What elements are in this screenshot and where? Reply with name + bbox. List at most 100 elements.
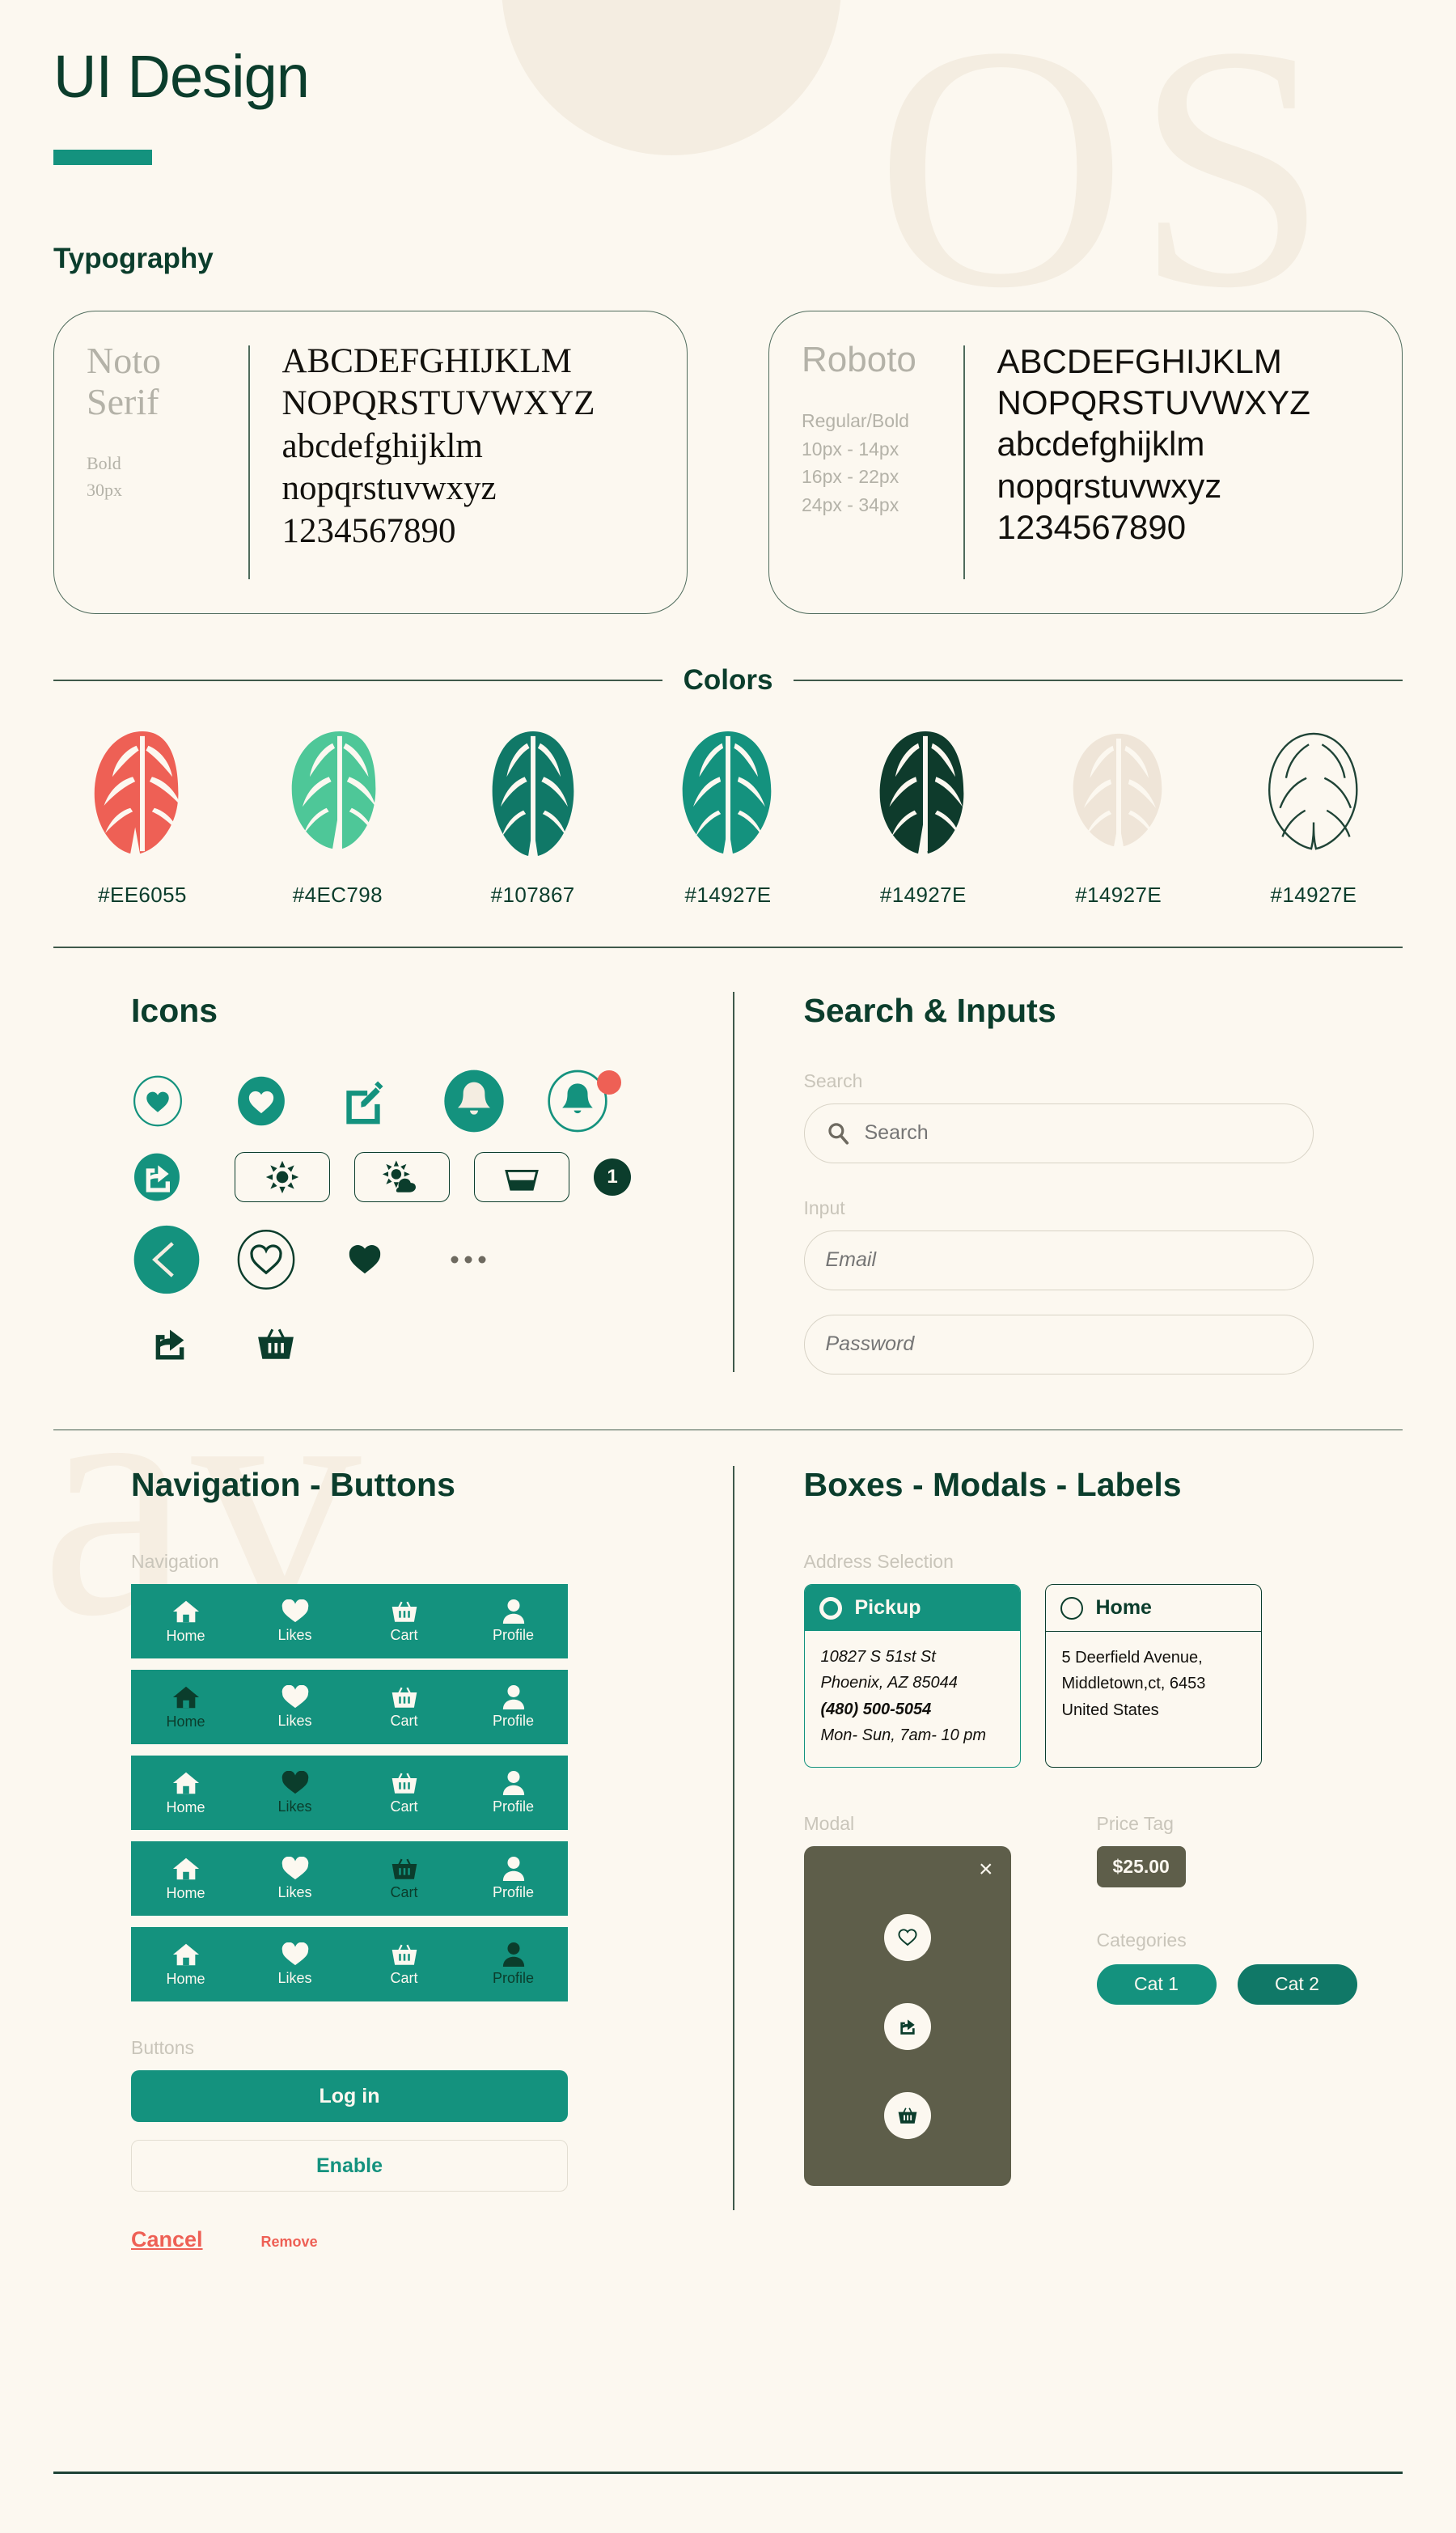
color-hex-label: #14927E: [879, 883, 967, 907]
nav-item-label: Home: [166, 1970, 205, 1987]
share-icon[interactable]: [131, 1323, 235, 1365]
nav-item-profile[interactable]: Profile: [459, 1584, 568, 1658]
category-chip-2[interactable]: Cat 2: [1237, 1963, 1357, 2005]
nav-item-profile[interactable]: Profile: [459, 1756, 568, 1830]
navbar: Home Likes Cart Profile: [131, 1841, 568, 1916]
address-card-header[interactable]: Home: [1045, 1585, 1261, 1632]
cancel-link[interactable]: Cancel: [131, 2227, 203, 2252]
nav-item-label: Home: [166, 1627, 205, 1644]
cloud-sun-box-icon[interactable]: [354, 1151, 474, 1202]
nav-item-home[interactable]: Home: [131, 1584, 240, 1658]
navbar-list: Home Likes Cart Profile Home Likes Cart Profile…: [131, 1584, 725, 2001]
typography-meta: Noto Serif Bold 30px: [87, 340, 248, 584]
category-chip-1[interactable]: Cat 1: [1096, 1963, 1217, 2005]
color-hex-label: #14927E: [684, 883, 772, 907]
address-phone: (480) 500-5054: [820, 1700, 932, 1718]
colors-band: Colors: [53, 664, 1403, 697]
basket-box-icon[interactable]: [474, 1151, 594, 1202]
close-icon[interactable]: ×: [979, 1857, 993, 1882]
nav-item-home[interactable]: Home: [131, 1927, 240, 2001]
enable-button[interactable]: Enable: [131, 2140, 568, 2192]
heart-outline-circle-icon[interactable]: [131, 1074, 235, 1128]
address-card-body: 5 Deerfield Avenue, Middletown,ct, 6453 …: [1046, 1632, 1261, 1741]
bell-filled-circle-icon[interactable]: [442, 1069, 545, 1133]
icon-row: [131, 1224, 725, 1295]
nav-item-profile[interactable]: Profile: [459, 1670, 568, 1744]
back-chevron-circle-icon[interactable]: [131, 1224, 235, 1295]
nav-item-likes[interactable]: Likes: [240, 1756, 349, 1830]
edit-square-icon[interactable]: [338, 1076, 442, 1126]
modal-price-categories: Modal × Price Tag $25.00 Categories Cat …: [803, 1812, 1403, 2186]
nav-item-likes[interactable]: Likes: [240, 1841, 349, 1916]
nav-item-label: Cart: [390, 1883, 418, 1900]
sun-box-icon[interactable]: [235, 1151, 354, 1202]
icon-grid: 1: [131, 1069, 725, 1365]
divider-right: [794, 680, 1403, 681]
address-card-header[interactable]: Pickup: [804, 1585, 1020, 1631]
color-swatch-list: #EE6055 #4EC798 #107867 #14927E #14927E: [53, 729, 1403, 908]
search-input[interactable]: [864, 1121, 1292, 1145]
nav-item-label: Cart: [390, 1626, 418, 1643]
login-button[interactable]: Log in: [131, 2070, 568, 2122]
price-tag-label: Price Tag: [1096, 1812, 1174, 1834]
address-card-home[interactable]: Home 5 Deerfield Avenue, Middletown,ct, …: [1044, 1584, 1262, 1768]
nav-item-cart[interactable]: Cart: [349, 1841, 459, 1916]
count-badge: 1: [594, 1158, 697, 1196]
icons-column: Icons 1: [53, 992, 725, 1399]
radio-selected-icon[interactable]: [819, 1596, 842, 1620]
address-line-3: United States: [1061, 1701, 1159, 1719]
typography-cards: Noto Serif Bold 30px ABCDEFGHIJKLM NOPQR…: [53, 311, 1403, 614]
navbar: Home Likes Cart Profile: [131, 1927, 568, 2001]
nav-item-home[interactable]: Home: [131, 1841, 240, 1916]
color-hex-label: #4EC798: [292, 883, 383, 907]
nav-item-cart[interactable]: Cart: [349, 1927, 459, 2001]
nav-item-label: Likes: [277, 1883, 312, 1900]
nav-item-likes[interactable]: Likes: [240, 1670, 349, 1744]
nav-item-likes[interactable]: Likes: [240, 1927, 349, 2001]
modal-heart-outline-icon[interactable]: [883, 1913, 931, 1961]
nav-item-label: Cart: [390, 1969, 418, 1986]
section-divider: [53, 1429, 1403, 1430]
leaf-icon: [70, 729, 215, 858]
radio-empty-icon[interactable]: [1060, 1596, 1083, 1620]
modal-basket-icon[interactable]: [883, 2091, 931, 2139]
ellipsis-icon[interactable]: [450, 1253, 553, 1266]
password-field[interactable]: [803, 1314, 1314, 1375]
address-card-body: 10827 S 51st St Phoenix, AZ 85044 (480) …: [805, 1631, 1020, 1767]
color-swatch: #14927E: [655, 729, 801, 908]
category-chips: Cat 1 Cat 2: [1096, 1963, 1357, 2005]
nav-item-cart[interactable]: Cart: [349, 1756, 459, 1830]
address-line-1: 5 Deerfield Avenue,: [1061, 1649, 1203, 1667]
modal-panel: ×: [803, 1845, 1011, 2186]
basket-icon[interactable]: [235, 1326, 338, 1362]
email-field[interactable]: [803, 1230, 1314, 1290]
nav-item-label: Profile: [492, 1884, 535, 1900]
share-filled-circle-icon[interactable]: [131, 1151, 235, 1203]
nav-item-home[interactable]: Home: [131, 1670, 240, 1744]
nav-item-cart[interactable]: Cart: [349, 1584, 459, 1658]
nav-item-label: Likes: [277, 1712, 312, 1729]
search-field[interactable]: [803, 1103, 1314, 1163]
modal-share-icon[interactable]: [883, 2002, 931, 2050]
remove-link[interactable]: Remove: [261, 2234, 318, 2251]
nav-item-likes[interactable]: Likes: [240, 1584, 349, 1658]
heart-filled-circle-icon[interactable]: [235, 1074, 338, 1128]
nav-item-label: Profile: [492, 1970, 535, 1986]
email-input[interactable]: [825, 1248, 1292, 1272]
address-hours: Mon- Sun, 7am- 10 pm: [820, 1726, 987, 1745]
nav-item-profile[interactable]: Profile: [459, 1927, 568, 2001]
price-tag: $25.00: [1096, 1845, 1186, 1887]
typeface-sample: ABCDEFGHIJKLM NOPQRSTUVWXYZ abcdefghijkl…: [997, 342, 1310, 546]
typeface-spec: Bold 30px: [87, 453, 122, 501]
nav-item-home[interactable]: Home: [131, 1756, 240, 1830]
address-card-pickup[interactable]: Pickup 10827 S 51st St Phoenix, AZ 85044…: [803, 1584, 1021, 1768]
heart-outline-circle-lg-icon[interactable]: [235, 1228, 346, 1291]
nav-item-cart[interactable]: Cart: [349, 1670, 459, 1744]
typeface-spec: Regular/Bold 10px - 14px 16px - 22px 24p…: [802, 410, 909, 515]
address-selection-label: Address Selection: [803, 1551, 954, 1572]
nav-item-profile[interactable]: Profile: [459, 1841, 568, 1916]
heart-solid-icon[interactable]: [346, 1241, 450, 1278]
bell-badge-circle-icon[interactable]: [545, 1069, 667, 1133]
password-input[interactable]: [825, 1332, 1292, 1356]
color-swatch: #EE6055: [70, 729, 215, 908]
